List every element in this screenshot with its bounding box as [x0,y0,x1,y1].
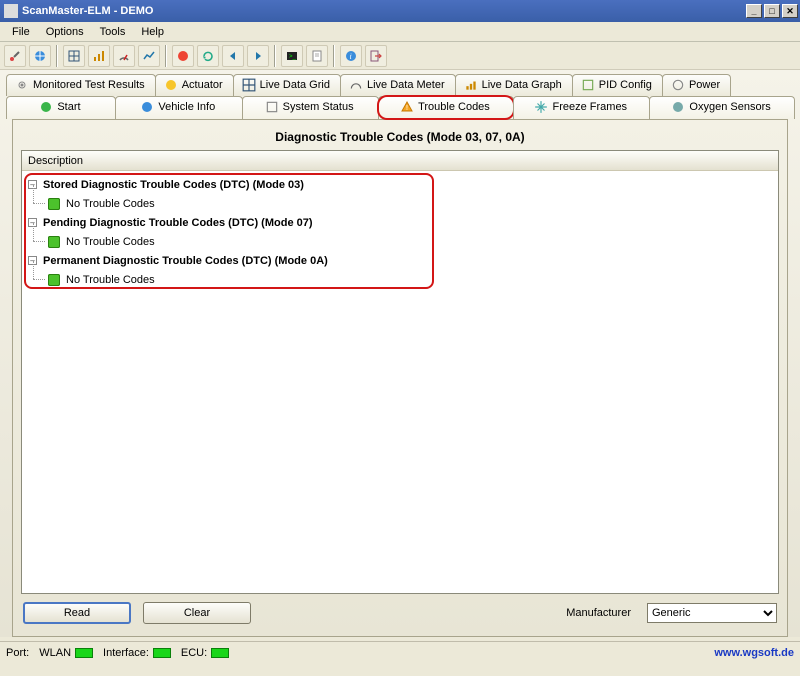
tree-area: – Stored Diagnostic Trouble Codes (DTC) … [22,171,778,593]
menu-file[interactable]: File [4,24,38,40]
meter-small-icon [349,78,363,92]
maximize-button[interactable]: □ [764,4,780,18]
led-icon [211,648,229,658]
menu-help[interactable]: Help [133,24,172,40]
minimize-button[interactable]: _ [746,4,762,18]
document-icon[interactable] [306,45,328,67]
ok-icon [48,236,60,248]
window-title: ScanMaster-ELM - DEMO [22,5,153,17]
tree-node-stored[interactable]: – Stored Diagnostic Trouble Codes (DTC) … [24,175,776,194]
status-wlan: WLAN [39,647,93,659]
terminal-icon[interactable]: >_ [281,45,303,67]
manufacturer-label: Manufacturer [566,607,631,619]
ok-icon [48,274,60,286]
tab-live-data-graph[interactable]: Live Data Graph [455,74,573,96]
lightning-icon [164,78,178,92]
section-title: Diagnostic Trouble Codes (Mode 03, 07, 0… [13,126,787,150]
clear-button[interactable]: Clear [143,602,251,624]
ok-icon [48,198,60,210]
back-icon[interactable] [222,45,244,67]
tab-live-data-grid[interactable]: Live Data Grid [233,74,341,96]
grid-icon[interactable] [63,45,85,67]
tab-pid-config[interactable]: PID Config [572,74,663,96]
graph-small-icon [464,78,478,92]
warning-icon: ! [400,100,414,114]
tab-oxygen-sensors[interactable]: Oxygen Sensors [649,96,795,119]
status-ecu: ECU: [181,647,229,659]
config-icon [581,78,595,92]
status-interface: Interface: [103,647,171,659]
tree-node-pending[interactable]: – Pending Diagnostic Trouble Codes (DTC)… [24,213,776,232]
tree-node-permanent[interactable]: – Permanent Diagnostic Trouble Codes (DT… [24,251,776,270]
tree-child-stored[interactable]: No Trouble Codes [24,194,776,213]
refresh-icon[interactable] [197,45,219,67]
sensor-icon [671,100,685,114]
tab-freeze-frames[interactable]: Freeze Frames [513,96,650,119]
stop-icon[interactable] [172,45,194,67]
graph-icon[interactable] [138,45,160,67]
status-port: Port: [6,647,29,659]
info-small-icon [140,100,154,114]
column-description: Description [28,155,83,167]
power-icon [671,78,685,92]
svg-text:>_: >_ [289,54,297,60]
tree-child-permanent[interactable]: No Trouble Codes [24,270,776,289]
svg-text:!: ! [406,105,408,112]
exit-icon[interactable] [365,45,387,67]
meter-icon[interactable] [113,45,135,67]
vendor-link[interactable]: www.wgsoft.de [714,647,794,659]
connect-icon[interactable] [4,45,26,67]
menu-options[interactable]: Options [38,24,92,40]
led-icon [153,648,171,658]
status-icon [265,100,279,114]
toolbar: >_ i [0,42,800,70]
snowflake-icon [534,100,548,114]
menu-tools[interactable]: Tools [92,24,134,40]
play-icon [39,100,53,114]
grid-small-icon [242,78,256,92]
forward-icon[interactable] [247,45,269,67]
tab-vehicle-info[interactable]: Vehicle Info [115,96,243,119]
column-header[interactable]: Description [22,151,778,171]
svg-text:i: i [350,52,352,61]
tab-trouble-codes[interactable]: !Trouble Codes [378,96,515,119]
action-row: Read Clear Manufacturer Generic [13,594,787,630]
tree-panel: Description – Stored Diagnostic Trouble … [21,150,779,594]
globe-icon[interactable] [29,45,51,67]
tab-live-data-meter[interactable]: Live Data Meter [340,74,456,96]
status-bar: Port: WLAN Interface: ECU: www.wgsoft.de [0,641,800,663]
title-bar: ScanMaster-ELM - DEMO _ □ ✕ [0,0,800,22]
page-content: Diagnostic Trouble Codes (Mode 03, 07, 0… [12,119,788,637]
led-icon [75,648,93,658]
chart-icon[interactable] [88,45,110,67]
tab-row-top: Monitored Test Results Actuator Live Dat… [6,74,794,96]
app-icon [4,4,18,18]
tab-system-status[interactable]: System Status [242,96,379,119]
tab-monitored-test-results[interactable]: Monitored Test Results [6,74,156,96]
tab-strip: Monitored Test Results Actuator Live Dat… [0,70,800,637]
tab-power[interactable]: Power [662,74,731,96]
tab-start[interactable]: Start [6,96,116,119]
read-button[interactable]: Read [23,602,131,624]
info-icon[interactable]: i [340,45,362,67]
manufacturer-select[interactable]: Generic [647,603,777,623]
tab-actuator[interactable]: Actuator [155,74,234,96]
close-button[interactable]: ✕ [782,4,798,18]
tab-row-bottom: Start Vehicle Info System Status !Troubl… [6,96,794,119]
tree-child-pending[interactable]: No Trouble Codes [24,232,776,251]
gear-icon [15,78,29,92]
menu-bar: File Options Tools Help [0,22,800,42]
